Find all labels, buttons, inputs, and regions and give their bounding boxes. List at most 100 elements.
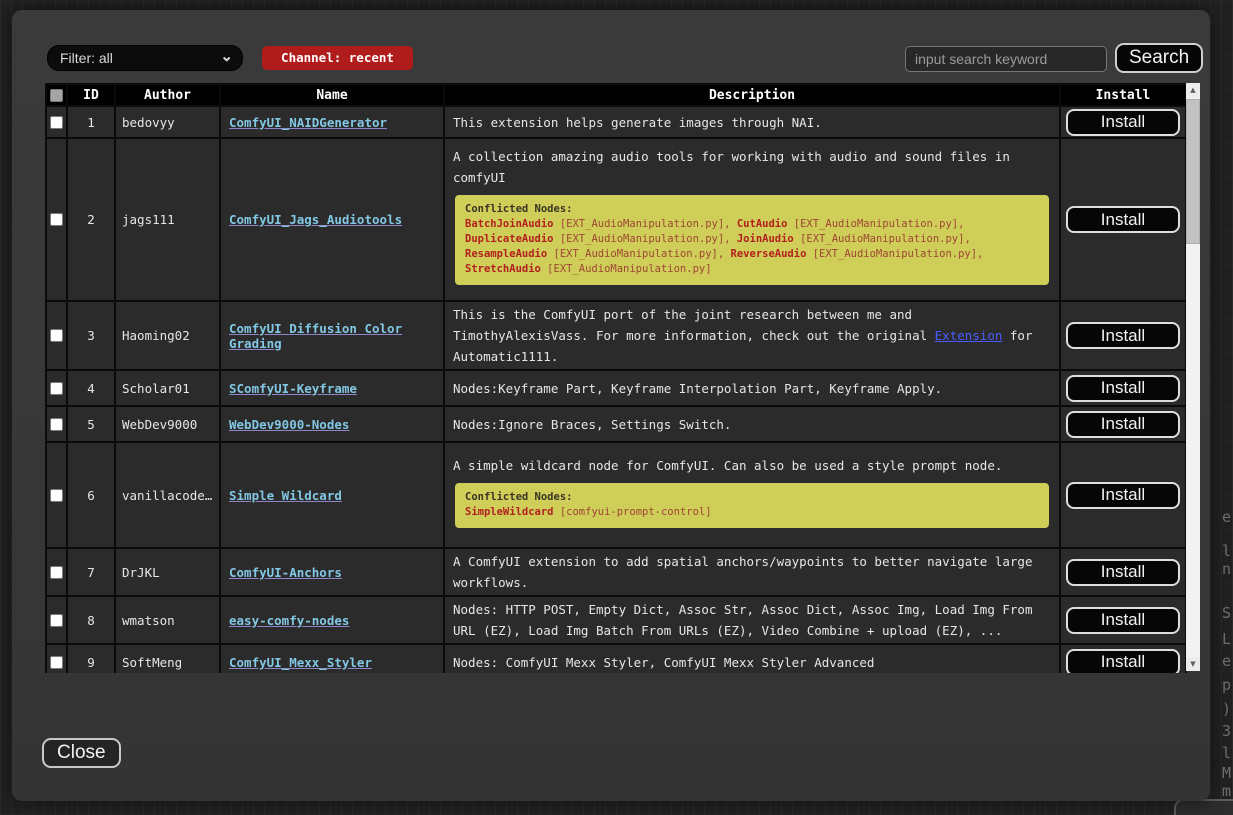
row-checkbox[interactable] <box>50 418 63 431</box>
conflict-title: Conflicted Nodes: <box>465 202 1039 217</box>
conflict-source: [EXT_AudioManipulation.py] <box>547 248 718 260</box>
table-row: 2 jags111 ComfyUI_Jags_Audiotools A coll… <box>46 138 1186 301</box>
table-row: 9 SoftMeng ComfyUI_Mexx_Styler Nodes: Co… <box>46 644 1186 673</box>
install-button[interactable]: Install <box>1066 206 1180 233</box>
table-row: 3 Haoming02 ComfyUI Diffusion Color Grad… <box>46 301 1186 370</box>
extension-name-link[interactable]: ComfyUI-Anchors <box>229 565 342 580</box>
conflict-source: [EXT_AudioManipulation.py] <box>554 218 725 230</box>
search-input[interactable] <box>905 46 1107 72</box>
conflicted-nodes-warning: Conflicted Nodes: BatchJoinAudio [EXT_Au… <box>455 195 1049 285</box>
row-description: A ComfyUI extension to add spatial ancho… <box>453 551 1051 593</box>
conflict-node: BatchJoinAudio <box>465 218 554 230</box>
background-text-fragment: p <box>1222 676 1231 694</box>
conflict-node: SimpleWildcard <box>465 506 554 518</box>
row-id: 6 <box>67 442 115 548</box>
row-checkbox[interactable] <box>50 329 63 342</box>
table-scrollbar[interactable]: ▲ ▼ <box>1186 83 1200 671</box>
conflict-source: [EXT_AudioManipulation.py] <box>787 218 958 230</box>
row-checkbox[interactable] <box>50 489 63 502</box>
background-text-fragment: n <box>1222 560 1231 578</box>
extension-name-link[interactable]: ComfyUI_NAIDGenerator <box>229 115 387 130</box>
extension-name-link[interactable]: easy-comfy-nodes <box>229 613 349 628</box>
table-row: 5 WebDev9000 WebDev9000-Nodes Nodes:Igno… <box>46 406 1186 442</box>
filter-select[interactable]: Filter: all <box>47 45 243 71</box>
extensions-table-zone: ID Author Name Description Install 1 bed… <box>45 83 1201 673</box>
row-id: 5 <box>67 406 115 442</box>
install-button[interactable]: Install <box>1066 482 1180 509</box>
background-text-fragment: L <box>1222 630 1231 648</box>
col-header-install: Install <box>1060 84 1186 106</box>
background-panel-corner <box>1174 799 1233 815</box>
row-description: Nodes:Ignore Braces, Settings Switch. <box>453 414 1051 435</box>
table-row: 6 vanillacode… Simple Wildcard A simple … <box>46 442 1186 548</box>
row-author: Scholar01 <box>115 370 220 406</box>
install-button[interactable]: Install <box>1066 109 1180 136</box>
row-checkbox[interactable] <box>50 382 63 395</box>
row-id: 7 <box>67 548 115 596</box>
table-header-row: ID Author Name Description Install <box>46 84 1186 106</box>
background-text-fragment: ) <box>1222 700 1231 718</box>
row-author: vanillacode… <box>115 442 220 548</box>
install-button[interactable]: Install <box>1066 322 1180 349</box>
scroll-down-button[interactable]: ▼ <box>1186 657 1200 671</box>
conflict-separator: , <box>964 233 970 245</box>
col-header-description: Description <box>444 84 1060 106</box>
search-button[interactable]: Search <box>1115 43 1203 73</box>
row-author: jags111 <box>115 138 220 301</box>
row-checkbox[interactable] <box>50 213 63 226</box>
background-text-fragment: l <box>1222 744 1231 762</box>
description-text: This is the ComfyUI port of the joint re… <box>453 307 935 343</box>
row-author: WebDev9000 <box>115 406 220 442</box>
install-button[interactable]: Install <box>1066 607 1180 634</box>
background-text-fragment: m <box>1222 782 1231 800</box>
row-description: Nodes: HTTP POST, Empty Dict, Assoc Str,… <box>453 599 1051 641</box>
background-text-fragment: S <box>1222 604 1231 622</box>
conflict-node: ResampleAudio <box>465 248 547 260</box>
channel-badge: Channel: recent <box>262 46 413 70</box>
extension-name-link[interactable]: Simple Wildcard <box>229 488 342 503</box>
install-button[interactable]: Install <box>1066 649 1180 674</box>
row-author: bedovyy <box>115 106 220 138</box>
conflict-source: [EXT_AudioManipulation.py] <box>541 263 712 275</box>
install-button[interactable]: Install <box>1066 559 1180 586</box>
background-text-fragment: e <box>1222 508 1231 526</box>
filter-select-wrap: Filter: all ⌄ <box>47 45 243 71</box>
description-extension-link[interactable]: Extension <box>935 328 1003 343</box>
close-button[interactable]: Close <box>42 738 121 768</box>
row-description: Nodes: ComfyUI Mexx Styler, ComfyUI Mexx… <box>453 652 1051 673</box>
table-row: 1 bedovyy ComfyUI_NAIDGenerator This ext… <box>46 106 1186 138</box>
row-author: DrJKL <box>115 548 220 596</box>
conflict-node: StretchAudio <box>465 263 541 275</box>
extension-name-link[interactable]: SComfyUI-Keyframe <box>229 381 357 396</box>
conflict-separator: , <box>724 218 737 230</box>
conflict-source: [EXT_AudioManipulation.py] <box>554 233 725 245</box>
row-description: A collection amazing audio tools for wor… <box>453 146 1051 188</box>
install-button[interactable]: Install <box>1066 375 1180 402</box>
conflict-separator: , <box>958 218 964 230</box>
table-row: 7 DrJKL ComfyUI-Anchors A ComfyUI extens… <box>46 548 1186 596</box>
row-id: 9 <box>67 644 115 673</box>
row-description: Nodes:Keyframe Part, Keyframe Interpolat… <box>453 378 1051 399</box>
scrollbar-thumb[interactable] <box>1186 99 1200 244</box>
conflict-title: Conflicted Nodes: <box>465 490 1039 505</box>
select-all-checkbox[interactable] <box>50 89 63 102</box>
extension-name-link[interactable]: ComfyUI_Mexx_Styler <box>229 655 372 670</box>
row-checkbox[interactable] <box>50 116 63 129</box>
extensions-table: ID Author Name Description Install 1 bed… <box>45 83 1187 673</box>
scroll-up-button[interactable]: ▲ <box>1186 83 1200 97</box>
comfyui-canvas: { "toolbar": { "filter_value": "Filter: … <box>0 0 1233 815</box>
row-checkbox[interactable] <box>50 656 63 669</box>
row-id: 4 <box>67 370 115 406</box>
row-author: SoftMeng <box>115 644 220 673</box>
col-header-name: Name <box>220 84 444 106</box>
row-id: 2 <box>67 138 115 301</box>
row-checkbox[interactable] <box>50 566 63 579</box>
row-checkbox[interactable] <box>50 614 63 627</box>
install-button[interactable]: Install <box>1066 411 1180 438</box>
extension-name-link[interactable]: WebDev9000-Nodes <box>229 417 349 432</box>
background-text-fragment: M <box>1222 764 1231 782</box>
extension-name-link[interactable]: ComfyUI_Jags_Audiotools <box>229 212 402 227</box>
conflicted-nodes-warning: Conflicted Nodes: SimpleWildcard [comfyu… <box>455 483 1049 528</box>
extension-name-link[interactable]: ComfyUI Diffusion Color Grading <box>229 321 402 351</box>
install-custom-nodes-dialog: Filter: all ⌄ Channel: recent Search ID … <box>12 10 1210 801</box>
